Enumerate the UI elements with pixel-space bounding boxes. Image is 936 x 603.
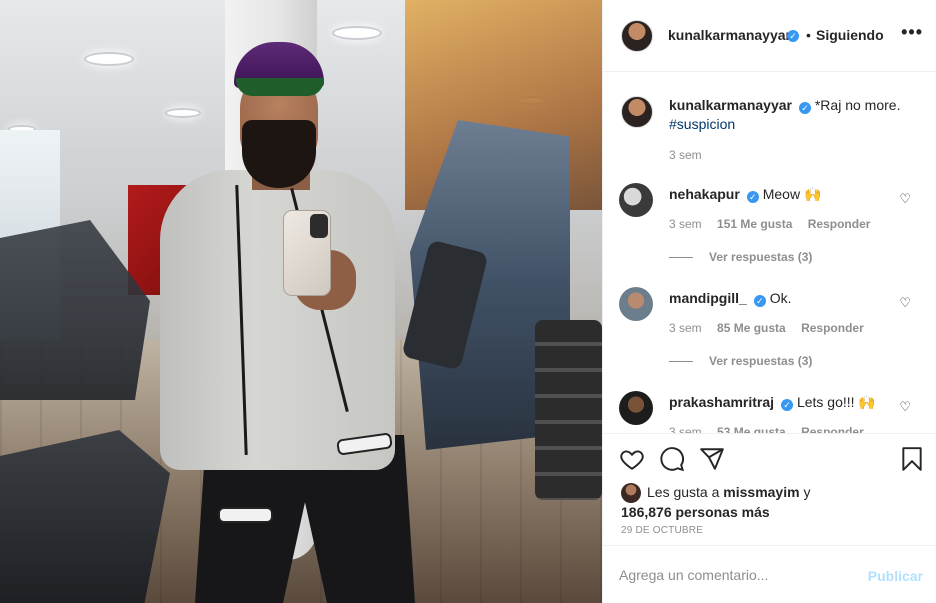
comment-text: Ok.: [769, 290, 792, 306]
verified-badge-icon: ✓: [753, 295, 766, 307]
more-options-icon[interactable]: •••: [901, 22, 923, 43]
verified-badge-icon: ✓: [798, 102, 811, 114]
comment-text: Meow 🙌: [762, 186, 822, 202]
caption-body: kunalkarmanayyar ✓ *Raj no more. #suspici…: [669, 96, 919, 134]
comment-likes[interactable]: 53 Me gusta: [717, 425, 786, 433]
comment-time[interactable]: 3 sem: [669, 217, 702, 231]
comment-body: nehakapur ✓ Meow 🙌: [669, 185, 919, 204]
comments-list[interactable]: kunalkarmanayyar ✓ *Raj no more. #suspici…: [603, 73, 936, 433]
caption-username[interactable]: kunalkarmanayyar: [669, 97, 792, 113]
person-beard: [242, 120, 316, 188]
comment-likes[interactable]: 151 Me gusta: [717, 217, 792, 231]
hashtag-link[interactable]: #suspicion: [669, 116, 735, 132]
band-handle: [218, 507, 273, 523]
view-replies-button[interactable]: Ver respuestas (3): [669, 354, 812, 368]
caption-time[interactable]: 3 sem: [669, 148, 702, 162]
verified-badge-icon: ✓: [746, 191, 759, 203]
commenter-avatar[interactable]: [619, 391, 653, 425]
likes-connector: y: [803, 484, 811, 500]
like-comment-heart-icon[interactable]: ♡: [899, 295, 911, 311]
replies-line: [669, 257, 693, 259]
post-photo[interactable]: [0, 0, 602, 603]
comment-username[interactable]: mandipgill_: [669, 290, 747, 306]
author-avatar[interactable]: [621, 96, 653, 128]
dumbbell-rack: [535, 320, 602, 500]
save-bookmark-icon[interactable]: [899, 446, 925, 472]
post-side-panel: kunalkarmanayyar ✓ • Siguiendo ••• kunal…: [602, 0, 936, 603]
verified-badge-icon: ✓: [781, 399, 794, 411]
author-username[interactable]: kunalkarmanayyar: [668, 27, 791, 43]
post-actions: Les gusta a missmayim y 186,876 personas…: [603, 433, 936, 545]
comment-meta: 3 sem 53 Me gusta Responder: [669, 425, 876, 433]
likes-summary: Les gusta a missmayim y 186,876 personas…: [621, 483, 810, 521]
caption-meta: 3 sem: [669, 148, 714, 162]
replies-line: [669, 361, 693, 363]
view-replies-label: Ver respuestas (3): [709, 250, 813, 264]
commenter-avatar[interactable]: [619, 287, 653, 321]
comment-time[interactable]: 3 sem: [669, 425, 702, 433]
add-comment-bar: Publicar: [603, 545, 936, 603]
reply-button[interactable]: Responder: [801, 425, 864, 433]
liker-username[interactable]: missmayim: [723, 484, 799, 500]
comment-input[interactable]: [619, 564, 849, 586]
person-sweater: [160, 170, 395, 470]
ceiling-light: [165, 108, 201, 118]
ceiling-light: [332, 26, 382, 40]
comment-username[interactable]: prakashamritraj: [669, 394, 774, 410]
comment-meta: 3 sem 85 Me gusta Responder: [669, 321, 876, 335]
ceiling-light: [84, 52, 134, 66]
post-date[interactable]: 29 DE OCTUBRE: [621, 525, 703, 536]
separator-dot: •: [806, 27, 811, 43]
author-avatar[interactable]: [621, 20, 653, 52]
like-heart-icon[interactable]: [619, 446, 645, 472]
cap-brim: [236, 78, 324, 96]
view-replies-label: Ver respuestas (3): [709, 354, 813, 368]
commenter-avatar[interactable]: [619, 183, 653, 217]
publish-button[interactable]: Publicar: [868, 568, 923, 584]
post-header: kunalkarmanayyar ✓ • Siguiendo •••: [603, 0, 936, 72]
like-comment-heart-icon[interactable]: ♡: [899, 399, 911, 415]
comment-time[interactable]: 3 sem: [669, 321, 702, 335]
comment-username[interactable]: nehakapur: [669, 186, 740, 202]
comment-body: mandipgill_ ✓ Ok.: [669, 289, 919, 308]
reply-button[interactable]: Responder: [808, 217, 871, 231]
caption-text: *Raj no more.: [814, 97, 901, 113]
liker-avatar[interactable]: [621, 483, 641, 504]
likes-prefix: Les gusta a: [647, 484, 720, 500]
likes-count[interactable]: 186,876 personas más: [621, 503, 810, 521]
comment-bubble-icon[interactable]: [659, 446, 685, 472]
comment-likes[interactable]: 85 Me gusta: [717, 321, 786, 335]
comment-meta: 3 sem 151 Me gusta Responder: [669, 217, 882, 231]
weight-bench: [0, 430, 170, 603]
verified-badge-icon: ✓: [787, 30, 799, 42]
comment-text: Lets go!!! 🙌: [796, 394, 876, 410]
view-replies-button[interactable]: Ver respuestas (3): [669, 250, 812, 264]
phone-camera: [310, 214, 328, 238]
following-button[interactable]: Siguiendo: [816, 27, 884, 43]
share-send-icon[interactable]: [699, 446, 725, 472]
like-comment-heart-icon[interactable]: ♡: [899, 191, 911, 207]
reply-button[interactable]: Responder: [801, 321, 864, 335]
comment-body: prakashamritraj ✓ Lets go!!! 🙌: [669, 393, 919, 412]
